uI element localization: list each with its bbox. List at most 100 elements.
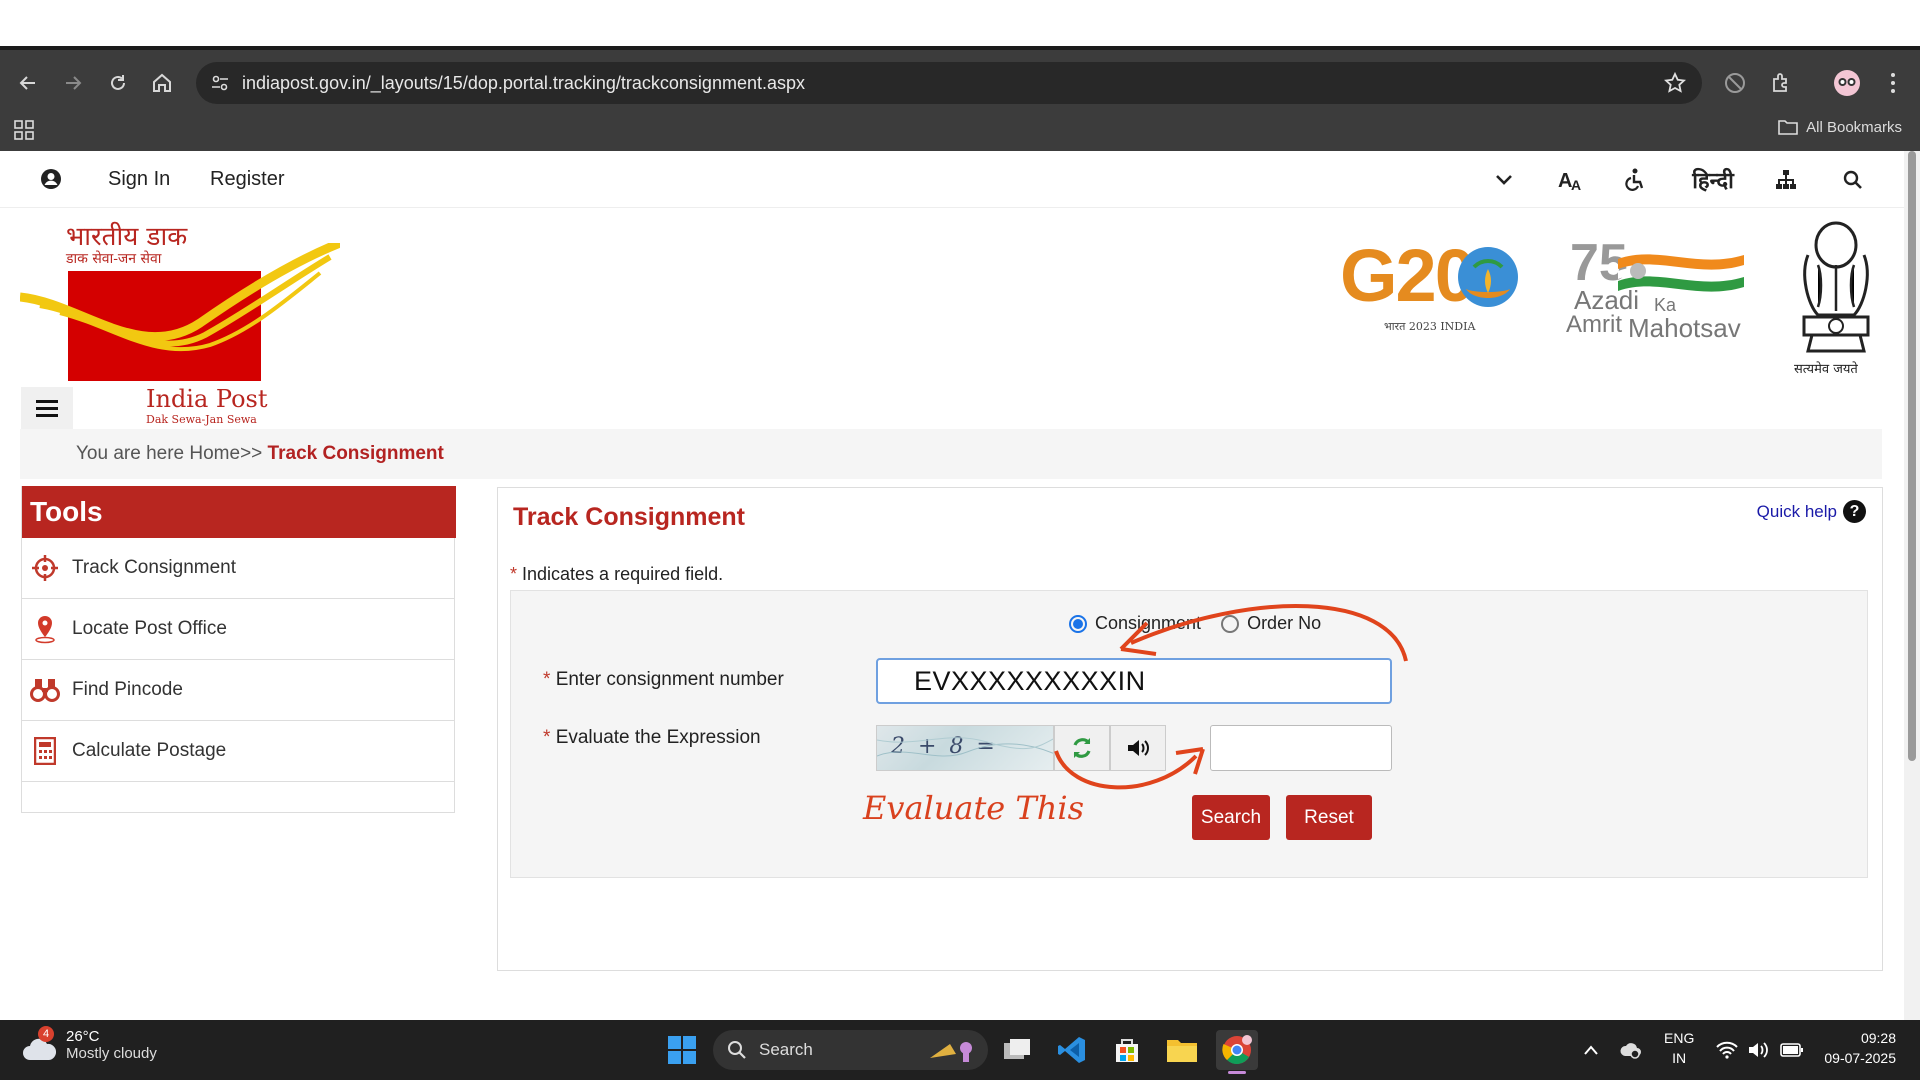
windows-taskbar: 4 26°C Mostly cloudy Search ENG IN 09:28… — [0, 1020, 1920, 1080]
speaker-icon — [1128, 740, 1149, 756]
chevron-up-icon[interactable] — [1584, 1045, 1598, 1055]
hamburger-menu-button[interactable] — [21, 387, 73, 429]
tool-label: Locate Post Office — [72, 618, 227, 639]
avatar-icon — [1834, 70, 1860, 96]
tool-track-consignment[interactable]: Track Consignment — [22, 538, 454, 599]
store-icon — [1116, 1039, 1138, 1062]
utility-bar: Sign In Register AA हिन्दी — [0, 151, 1904, 208]
bookmarks-bar: All Bookmarks — [0, 112, 1920, 150]
reset-button[interactable]: Reset — [1286, 795, 1372, 840]
input-language[interactable]: ENG IN — [1664, 1028, 1694, 1068]
system-clock[interactable]: 09:28 09-07-2025 — [1824, 1028, 1896, 1068]
tool-locate-post-office[interactable]: Locate Post Office — [22, 599, 454, 660]
national-emblem: सत्यमेव जयते — [1788, 215, 1884, 381]
volume-icon — [1749, 1042, 1768, 1058]
sitemap-icon — [1776, 170, 1796, 189]
page-scrollbar[interactable] — [1904, 151, 1920, 1020]
site-search-button[interactable] — [1836, 163, 1870, 197]
web-page: Sign In Register AA हिन्दी भारतीय डाक डा… — [0, 151, 1904, 1020]
audio-captcha-button[interactable] — [1110, 725, 1166, 771]
vpn-extension-button[interactable] — [1720, 68, 1750, 98]
file-explorer-app[interactable] — [1161, 1030, 1203, 1070]
quick-help-link[interactable]: Quick help ? — [1757, 500, 1866, 523]
weather-widget[interactable]: 4 26°C Mostly cloudy — [22, 1026, 157, 1062]
language-dropdown[interactable] — [1487, 163, 1521, 197]
taskbar-search[interactable]: Search — [713, 1030, 988, 1070]
font-size-button[interactable]: AA — [1553, 163, 1587, 197]
search-type-radio-group: Consignment Order No — [1069, 613, 1321, 634]
microsoft-store-app[interactable] — [1106, 1030, 1148, 1070]
folder-icon — [1778, 120, 1798, 135]
refresh-captcha-button[interactable] — [1054, 725, 1110, 771]
all-bookmarks-button[interactable]: All Bookmarks — [1778, 118, 1902, 136]
expression-answer-input[interactable] — [1210, 725, 1392, 771]
onedrive-icon[interactable] — [1620, 1040, 1642, 1060]
logo-india-post-text: India Post — [146, 385, 268, 413]
tool-label: Track Consignment — [72, 557, 237, 578]
scrollbar-thumb[interactable] — [1908, 151, 1916, 761]
bookmark-star-icon[interactable] — [1664, 72, 1686, 94]
breadcrumb-prefix: You are here Home>> — [76, 443, 268, 464]
consignment-label-text: Enter consignment number — [555, 669, 784, 690]
radio-consignment[interactable] — [1069, 614, 1087, 633]
clock-date: 09-07-2025 — [1824, 1050, 1896, 1066]
consignment-number-label: * Enter consignment number — [543, 669, 784, 690]
track-consignment-panel: Track Consignment Quick help ? * Indicat… — [497, 487, 1883, 971]
vscode-icon — [1058, 1037, 1085, 1063]
start-button[interactable] — [661, 1030, 703, 1070]
weather-badge: 4 — [38, 1026, 54, 1042]
url-text: indiapost.gov.in/_layouts/15/dop.portal.… — [242, 73, 805, 93]
user-circle-icon — [41, 169, 61, 189]
tool-calculate-postage[interactable]: Calculate Postage — [22, 721, 454, 782]
apps-grid-button[interactable] — [14, 120, 34, 140]
tracking-form: Consignment Order No * Enter consignment… — [510, 590, 1868, 878]
captcha-noise-icon — [877, 737, 1053, 757]
weather-condition: Mostly cloudy — [66, 1045, 157, 1062]
quick-settings[interactable] — [1716, 1020, 1804, 1080]
mahotsav-word: Mahotsav — [1628, 313, 1741, 343]
apps-grid-icon — [14, 120, 34, 140]
profile-avatar[interactable] — [1832, 68, 1862, 98]
search-button[interactable]: Search — [1192, 795, 1270, 840]
task-view-button[interactable] — [996, 1030, 1038, 1070]
chevron-down-icon — [1496, 175, 1512, 185]
logo-swoosh-icon — [20, 243, 340, 352]
azadi-ka-amrit-mahotsav-logo: 75 Azadi Ka Amrit Mahotsav — [1564, 234, 1754, 343]
wifi-icon — [1716, 1041, 1738, 1059]
forward-button[interactable] — [58, 68, 88, 98]
amrit-word: Amrit — [1566, 311, 1622, 338]
all-bookmarks-label: All Bookmarks — [1806, 118, 1902, 136]
tool-find-pincode[interactable]: Find Pincode — [22, 660, 454, 721]
chrome-app[interactable] — [1216, 1030, 1258, 1074]
clock-time: 09:28 — [1860, 1030, 1896, 1046]
reload-icon — [111, 75, 125, 90]
vscode-app[interactable] — [1051, 1030, 1093, 1070]
required-note-text: Indicates a required field. — [522, 564, 724, 584]
globe-lotus-icon — [1458, 247, 1518, 307]
calculator-icon — [30, 736, 60, 766]
register-link[interactable]: Register — [210, 168, 284, 191]
back-button[interactable] — [13, 68, 43, 98]
map-pin-icon — [30, 614, 60, 644]
site-settings-icon — [212, 75, 228, 91]
arrow-right-icon — [66, 76, 82, 90]
radio-order-no[interactable] — [1221, 614, 1240, 633]
accessibility-button[interactable] — [1617, 163, 1651, 197]
reload-button[interactable] — [103, 68, 133, 98]
question-mark-icon: ? — [1843, 500, 1866, 523]
extensions-button[interactable] — [1766, 68, 1796, 98]
radio-order-no-label: Order No — [1247, 613, 1322, 633]
consignment-number-input[interactable]: EVXXXXXXXXXIN — [876, 658, 1392, 704]
g20-subtitle: भारत 2023 INDIA — [1384, 320, 1476, 333]
logo-tagline-english: Dak Sewa-Jan Sewa — [146, 413, 257, 426]
taskbar-search-label: Search — [759, 1040, 813, 1059]
sign-in-link[interactable]: Sign In — [108, 168, 170, 191]
hindi-language-link[interactable]: हिन्दी — [1690, 163, 1736, 197]
browser-menu-button[interactable] — [1878, 68, 1908, 98]
tool-label: Find Pincode — [72, 679, 183, 700]
annotation-evaluate-this: Evaluate This — [863, 789, 1085, 827]
sitemap-button[interactable] — [1769, 163, 1803, 197]
svg-text:A: A — [1571, 177, 1581, 192]
home-button[interactable] — [147, 68, 177, 98]
address-bar[interactable]: indiapost.gov.in/_layouts/15/dop.portal.… — [196, 62, 1702, 104]
